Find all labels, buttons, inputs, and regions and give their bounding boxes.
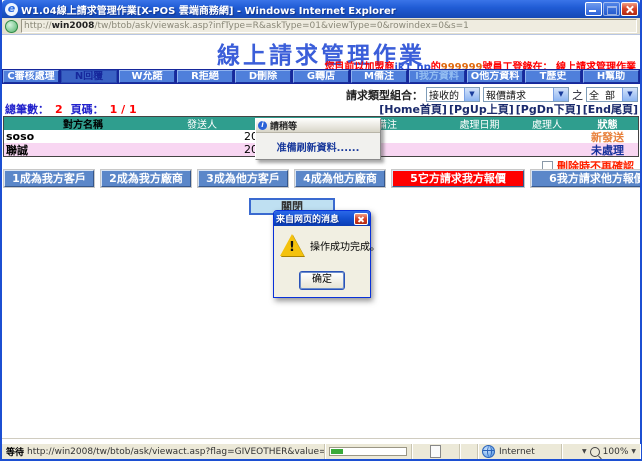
dialog-body: ! 操作成功完成。 xyxy=(274,226,370,262)
request-type-value: 報價請求 xyxy=(484,87,553,102)
address-path: /tw/btob/ask/viewask.asp?infType=R&askTy… xyxy=(94,21,468,31)
message-dialog: 来自网页的消息 ! 操作成功完成。 确定 xyxy=(273,210,371,298)
scope-value: 全部 xyxy=(587,87,622,102)
dialog-message: 操作成功完成。 xyxy=(310,238,380,253)
action-toolbar: C審核處理 N回覆 W允諾 R拒絕 D刪除 G轉店 M備注 I我方資料 O他方資… xyxy=(2,69,640,84)
chevron-down-icon[interactable]: ▼ xyxy=(464,88,479,101)
pagination-home-link[interactable]: [Home首頁] xyxy=(379,101,447,117)
pagination-pgup-link[interactable]: [PgUp上頁] xyxy=(449,101,514,117)
status-badge: 未處理 xyxy=(577,142,638,158)
chevron-down-icon[interactable]: ▼ xyxy=(553,88,568,101)
warning-exclamation: ! xyxy=(280,240,304,255)
status-url: http://win2008/tw/btob/ask/viewact.asp?f… xyxy=(27,447,325,457)
dialog-titlebar[interactable]: 来自网页的消息 xyxy=(274,211,370,226)
address-host: win2008 xyxy=(52,21,95,31)
toolbar-accept-button[interactable]: W允諾 xyxy=(119,70,175,83)
address-input[interactable]: http://win2008/tw/btob/ask/viewask.asp?i… xyxy=(21,19,637,33)
toolbar-note-button[interactable]: M備注 xyxy=(351,70,407,83)
progress-cell xyxy=(325,444,412,459)
browser-window: e W1.04線上請求管理作業[X-POS 雲端商務網] - Windows I… xyxy=(0,0,642,461)
progress-fill xyxy=(331,449,343,454)
internet-zone-label: Internet xyxy=(499,447,535,457)
dialog-close-icon[interactable] xyxy=(354,213,368,225)
become-their-customer-button[interactable]: 3成為他方客戶 xyxy=(198,170,288,187)
direction-value: 接收的 xyxy=(427,87,464,102)
internet-zone: Internet xyxy=(478,444,562,459)
we-request-their-quote-button[interactable]: 6我方請求他方報價 xyxy=(531,170,640,187)
cell-partner: 聯誠 xyxy=(4,142,162,158)
toolbar-history-button[interactable]: T歷史 xyxy=(525,70,581,83)
document-cell xyxy=(412,444,460,459)
toolbar-reply-button: N回覆 xyxy=(61,70,117,83)
page-number-value: 1 / 1 xyxy=(110,103,137,116)
col-header-sender: 發送人 xyxy=(162,116,242,131)
toolbar-other-data-button[interactable]: O他方資料 xyxy=(467,70,523,83)
scope-select[interactable]: 全部 ▼ xyxy=(586,87,638,102)
internet-globe-icon xyxy=(482,445,495,458)
status-wait-label: 等待 xyxy=(6,445,24,458)
chevron-down-icon[interactable]: ▼ xyxy=(582,448,587,455)
maximize-button[interactable] xyxy=(603,2,620,16)
close-window-button[interactable] xyxy=(621,2,638,16)
summary-row: 總筆數： 2 頁碼： 1 / 1 [Home首頁] [PgUp上頁] [PgDn… xyxy=(5,103,638,115)
page-content: 線上請求管理作業 您目前以加盟商ik1_np的999999號員工登錄在： 線上請… xyxy=(2,35,640,438)
ok-button[interactable]: 确定 xyxy=(300,272,344,289)
title-bar[interactable]: e W1.04線上請求管理作業[X-POS 雲端商務網] - Windows I… xyxy=(2,0,640,18)
become-our-vendor-button[interactable]: 2成為我方廠商 xyxy=(101,170,191,187)
address-bar: http://win2008/tw/btob/ask/viewask.asp?i… xyxy=(2,18,640,35)
document-icon xyxy=(430,445,441,458)
toolbar-transfer-button[interactable]: G轉店 xyxy=(293,70,349,83)
they-request-our-quote-button[interactable]: 5它方請求我方報價 xyxy=(392,170,524,187)
page-number-label: 頁碼： xyxy=(71,101,104,117)
status-text: 等待http://win2008/tw/btob/ask/viewact.asp… xyxy=(2,444,325,459)
zoom-level-value: 100% xyxy=(603,447,629,457)
statusbar-spacer xyxy=(460,444,478,459)
col-header-done-date: 處理日期 xyxy=(442,116,517,131)
chevron-down-icon[interactable]: ▼ xyxy=(631,448,636,455)
wait-popup-title: 請稍等 xyxy=(270,119,297,132)
become-their-vendor-button[interactable]: 4成為他方廠商 xyxy=(295,170,385,187)
wait-popup-message: 准備刷新資料...... xyxy=(256,133,380,159)
warning-icon: ! xyxy=(280,234,304,256)
statusbar-main: 等待http://win2008/tw/btob/ask/viewact.asp… xyxy=(2,443,640,459)
relationship-actions: 1成為我方客戶 2成為我方廠商 3成為他方客戶 4成為他方廠商 5它方請求我方報… xyxy=(4,170,638,187)
info-icon: i xyxy=(258,121,267,130)
wait-popup-titlebar: i 請稍等 xyxy=(256,119,380,133)
zoom-control[interactable]: ▼ 100% ▼ xyxy=(562,444,640,459)
pagination-pgdn-link[interactable]: [PgDn下頁] xyxy=(516,101,581,117)
page-globe-icon xyxy=(5,20,18,33)
toolbar-reject-button[interactable]: R拒絕 xyxy=(177,70,233,83)
wait-popup: i 請稍等 准備刷新資料...... xyxy=(255,118,381,160)
window-title: W1.04線上請求管理作業[X-POS 雲端商務網] - Windows Int… xyxy=(21,2,584,17)
minimize-button[interactable] xyxy=(585,2,602,16)
pagination-end-link[interactable]: [End尾頁] xyxy=(583,101,638,117)
col-header-handler: 處理人 xyxy=(517,116,577,131)
status-bar: 等待http://win2008/tw/btob/ask/viewact.asp… xyxy=(2,438,640,459)
address-protocol: http:// xyxy=(24,21,52,31)
ie-logo-icon: e xyxy=(5,3,18,16)
toolbar-our-data-button: I我方資料 xyxy=(409,70,465,83)
chevron-down-icon[interactable]: ▼ xyxy=(622,88,637,101)
toolbar-help-button[interactable]: H幫助 xyxy=(583,70,639,83)
dialog-title: 来自网页的消息 xyxy=(276,212,354,225)
toolbar-audit-button[interactable]: C審核處理 xyxy=(3,70,59,83)
become-our-customer-button[interactable]: 1成為我方客戶 xyxy=(4,170,94,187)
toolbar-delete-button[interactable]: D刪除 xyxy=(235,70,291,83)
col-header-partner: 對方名稱 xyxy=(4,116,162,131)
request-type-select[interactable]: 報價請求 ▼ xyxy=(483,87,569,102)
magnifier-icon xyxy=(590,447,600,457)
pagination: [Home首頁] [PgUp上頁] [PgDn下頁] [End尾頁] xyxy=(379,101,638,117)
direction-select[interactable]: 接收的 ▼ xyxy=(426,87,480,102)
progress-bar xyxy=(329,447,407,456)
dialog-footer: 确定 xyxy=(274,262,370,297)
total-count-label: 總筆數： xyxy=(5,101,49,117)
total-count-value: 2 xyxy=(55,103,63,116)
